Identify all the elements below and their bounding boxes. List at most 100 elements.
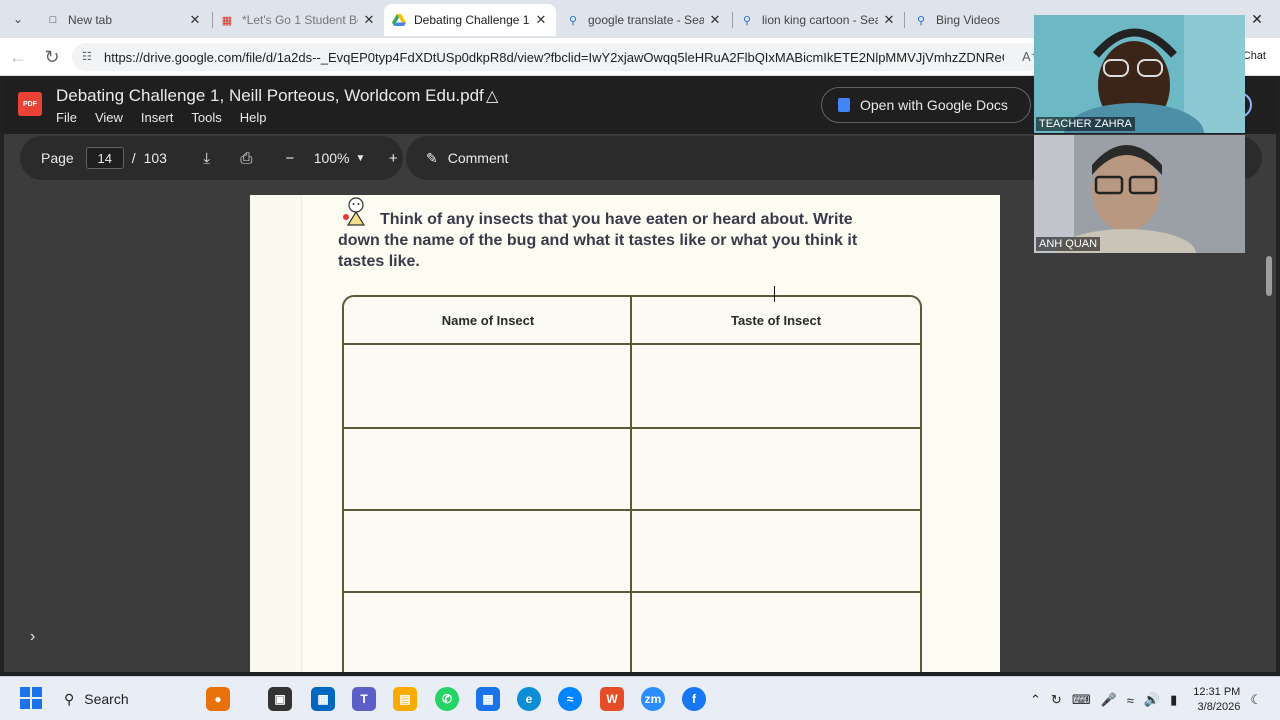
chevron-down-icon[interactable]: ▼ <box>356 153 366 164</box>
system-clock[interactable]: 12:31 PM 3/8/2026 <box>1193 685 1240 715</box>
pdf-file-icon: PDF <box>18 92 42 116</box>
keyboard-icon[interactable]: ⌨ <box>1072 692 1091 708</box>
download-icon[interactable]: ⤓ <box>197 150 217 167</box>
edge-browser-icon[interactable]: e <box>517 687 541 711</box>
page-margin <box>250 195 302 672</box>
pdf-toolbar: Page / 103 ⤓ ⎙ − 100% ▼ + <box>20 136 403 180</box>
address-bar[interactable]: ☷ https://drive.google.com/file/d/1a2ds-… <box>72 43 1042 71</box>
open-with-label: Open with Google Docs <box>860 97 1008 113</box>
print-icon[interactable]: ⎙ <box>237 150 257 167</box>
close-icon[interactable]: ✕ <box>882 12 896 28</box>
search-icon: ⚲ <box>64 690 75 707</box>
video-tile-teacher[interactable]: TEACHER ZAHRA <box>1034 15 1245 133</box>
close-icon[interactable]: ✕ <box>188 12 202 28</box>
battery-icon[interactable]: ▮ <box>1170 692 1177 708</box>
search-icon: ⚲ <box>568 14 578 27</box>
tab-title: Bing Videos <box>936 13 1000 27</box>
microphone-icon[interactable]: 🎤 <box>1101 692 1117 708</box>
menu-help[interactable]: Help <box>240 110 267 125</box>
windows-taskbar: ⚲ Search ● ▣ ▦ T ▤ ✆ ▦ e ≈ W zm f ⌃ ↻ ⌨ … <box>0 676 1280 720</box>
menu-view[interactable]: View <box>95 110 123 125</box>
text-cursor <box>774 286 782 302</box>
add-to-drive-icon[interactable]: △ <box>486 86 498 106</box>
participant-name: TEACHER ZAHRA <box>1036 117 1135 131</box>
new-tab-icon: □ <box>49 14 57 26</box>
whatsapp-icon[interactable]: ✆ <box>435 687 459 711</box>
tab-title: Debating Challenge 1, N <box>414 13 530 27</box>
notification-icon[interactable]: ☾ <box>1250 692 1262 708</box>
tab-debating-challenge[interactable]: Debating Challenge 1, N ✕ <box>384 4 556 36</box>
volume-icon[interactable]: 🔊 <box>1144 692 1160 708</box>
widgets-icon[interactable]: ● <box>206 687 230 711</box>
page-total: 103 <box>143 150 167 166</box>
tab-new-tab[interactable]: □ New tab ✕ <box>38 6 210 34</box>
tab-title: google translate - Searc <box>588 13 704 27</box>
search-label: Search <box>84 691 129 707</box>
close-icon[interactable]: ✕ <box>362 12 376 28</box>
reload-icon[interactable]: ↻ <box>40 46 64 68</box>
close-icon[interactable]: ✕ <box>708 12 722 28</box>
refresh-icon[interactable]: ↻ <box>1051 692 1062 708</box>
table-header: Name of Insect Taste of Insect <box>344 297 920 345</box>
comment-button[interactable]: Comment <box>448 150 509 166</box>
page-label: Page <box>41 150 74 166</box>
tab-title: *Let's Go 1 Student Boo <box>242 13 358 27</box>
tab-lets-go[interactable]: ▦ *Let's Go 1 Student Boo ✕ <box>212 6 384 34</box>
open-with-google-docs-button[interactable]: Open with Google Docs <box>821 87 1031 123</box>
pdf-file-icon: ▦ <box>221 14 233 27</box>
taskbar-search[interactable]: ⚲ Search <box>56 684 196 714</box>
participant-name: ANH QUAN <box>1036 237 1101 251</box>
zoom-out-icon[interactable]: − <box>280 150 300 167</box>
tab-bing-videos[interactable]: ⚲ Bing Videos <box>906 6 1032 34</box>
tab-title: lion king cartoon - Searc <box>762 13 878 27</box>
file-explorer-icon[interactable]: ▤ <box>393 687 417 711</box>
chevron-right-icon[interactable]: › <box>30 628 35 646</box>
clock-date: 3/8/2026 <box>1197 701 1241 713</box>
add-comment-icon[interactable]: ✎ <box>426 150 438 167</box>
microsoft-store-icon[interactable]: ▦ <box>311 687 335 711</box>
clock-time: 12:31 PM <box>1193 686 1241 698</box>
tab-search-chevron-icon[interactable]: ⌄ <box>6 8 30 30</box>
scrollbar-thumb[interactable] <box>1266 256 1272 296</box>
windows-start-icon[interactable] <box>20 687 42 709</box>
insect-table: Name of Insect Taste of Insect <box>342 295 922 672</box>
row-divider <box>344 509 920 511</box>
page-number-input[interactable] <box>85 147 124 169</box>
menu-file[interactable]: File <box>56 110 77 125</box>
wifi-icon[interactable]: ≈ <box>1127 693 1134 708</box>
tab-google-translate[interactable]: ⚲ google translate - Searc ✕ <box>558 6 730 34</box>
google-drive-icon <box>392 13 406 27</box>
column-divider <box>630 297 632 672</box>
zoom-level[interactable]: 100% <box>314 150 350 166</box>
column-header-taste: Taste of Insect <box>730 312 822 328</box>
chat-label[interactable]: Chat <box>1243 50 1266 62</box>
zoom-app-icon[interactable]: zm <box>641 687 665 711</box>
store-bag-icon[interactable]: ▦ <box>476 687 500 711</box>
video-tile-student[interactable]: ANH QUAN <box>1034 135 1245 253</box>
chevron-up-icon[interactable]: ⌃ <box>1030 692 1041 708</box>
facebook-icon[interactable]: f <box>682 687 706 711</box>
zoom-in-icon[interactable]: + <box>383 150 403 167</box>
back-arrow-icon[interactable]: ← <box>6 46 30 68</box>
activity-prompt: Think of any insects that you have eaten… <box>338 211 858 270</box>
column-header-name: Name of Insect <box>441 312 535 328</box>
tab-title: New tab <box>68 13 113 27</box>
url-text: https://drive.google.com/file/d/1a2ds--_… <box>104 49 1004 65</box>
messenger-icon[interactable]: ≈ <box>558 687 582 711</box>
site-info-icon[interactable]: ☷ <box>82 50 96 64</box>
document-title: Debating Challenge 1, Neill Porteous, Wo… <box>56 86 484 105</box>
google-docs-icon <box>838 98 850 112</box>
page-separator: / <box>131 150 136 166</box>
tab-lion-king[interactable]: ⚲ lion king cartoon - Searc ✕ <box>732 6 904 34</box>
menu-insert[interactable]: Insert <box>141 110 174 125</box>
task-view-icon[interactable]: ▣ <box>268 687 292 711</box>
menu-tools[interactable]: Tools <box>191 110 221 125</box>
teams-icon[interactable]: T <box>352 687 376 711</box>
wps-office-icon[interactable]: W <box>600 687 624 711</box>
close-icon[interactable]: ✕ <box>534 12 548 28</box>
system-tray: ⌃ ↻ ⌨ 🎤 ≈ 🔊 ▮ 12:31 PM 3/8/2026 ☾ <box>1030 685 1262 715</box>
search-icon: ⚲ <box>742 14 752 27</box>
tab-divider <box>904 12 905 28</box>
pdf-page: Think of any insects that you have eaten… <box>250 195 1000 672</box>
participant-video <box>1034 135 1245 253</box>
